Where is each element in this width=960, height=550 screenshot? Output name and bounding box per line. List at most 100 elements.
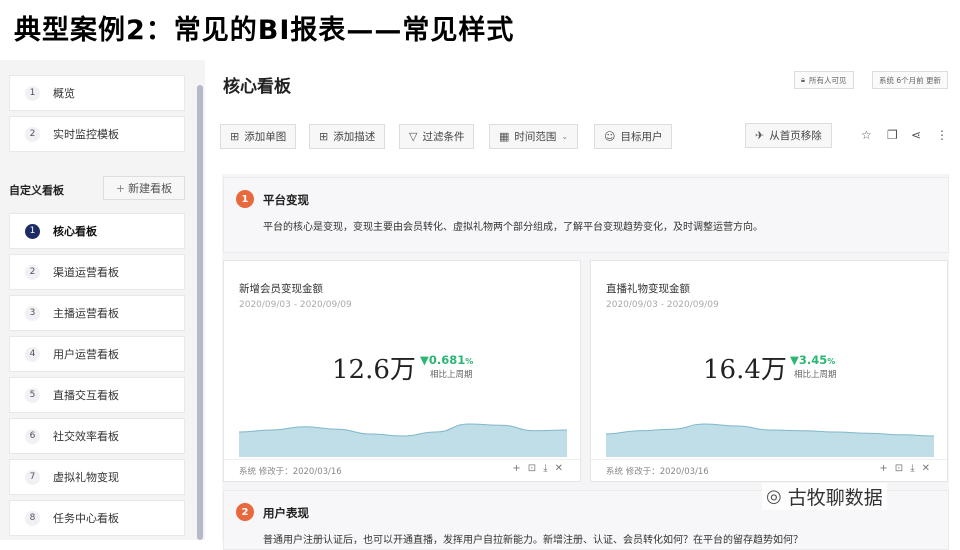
card-footer: 系统 修改于：2020/03/16 + ⊡ ⤓ ✕ bbox=[224, 459, 580, 483]
pin-icon: ✈︎ bbox=[755, 129, 765, 142]
section-number: 2 bbox=[236, 503, 254, 521]
metric-card-member-revenue[interactable]: 新增会员变现金额 2020/09/03 - 2020/09/09 12.6万 ▼… bbox=[223, 260, 581, 482]
nav-number: 5 bbox=[25, 387, 40, 403]
visibility-label: 所有人可见 bbox=[809, 75, 847, 85]
metric-value: 12.6万 bbox=[332, 355, 416, 385]
sidebar-item-core-board[interactable]: 1 核心看板 bbox=[9, 213, 185, 249]
card-date-range: 2020/09/03 - 2020/09/09 bbox=[606, 300, 719, 310]
lock-icon[interactable]: ⊡ bbox=[895, 463, 903, 474]
card-title: 直播礼物变现金额 bbox=[606, 283, 690, 295]
add-text-icon: ⊞ bbox=[319, 130, 329, 143]
card-footer: 系统 修改于：2020/03/16 + ⊡ ⤓ ✕ bbox=[591, 459, 947, 483]
download-icon[interactable]: ⤓ bbox=[910, 463, 914, 474]
nav-label: 任务中心看板 bbox=[53, 512, 119, 525]
chevron-down-icon: ⌄ bbox=[561, 132, 569, 141]
trend-sparkline bbox=[606, 423, 934, 457]
nav-label: 虚拟礼物变现 bbox=[53, 471, 119, 484]
remove-from-home-label: 从首页移除 bbox=[769, 130, 822, 142]
section-description: 平台的核心是变现，变现主要由会员转化、虚拟礼物两个部分组成，了解平台变现趋势变化… bbox=[263, 222, 763, 233]
share-icon[interactable]: ⋖ bbox=[911, 128, 921, 142]
custom-boards-heading: 自定义看板 bbox=[9, 184, 64, 197]
watermark: ◎ 古牧聊数据 bbox=[762, 483, 887, 510]
change-label: 相比上周期 bbox=[430, 370, 473, 380]
nav-label: 直播交互看板 bbox=[53, 389, 119, 402]
sidebar-scrollbar[interactable] bbox=[197, 85, 203, 540]
close-icon[interactable]: ✕ bbox=[922, 463, 930, 474]
calendar-icon: ▦ bbox=[499, 130, 510, 143]
section-number: 1 bbox=[236, 190, 254, 208]
close-icon[interactable]: ✕ bbox=[555, 463, 563, 474]
section-description: 普通用户注册认证后，也可以开通直播，发挥用户自拉新能力。新增注册、认证、会员转化… bbox=[263, 535, 803, 546]
nav-number: 7 bbox=[25, 469, 40, 485]
nav-label: 概览 bbox=[53, 87, 75, 100]
user-icon: ☺ bbox=[604, 130, 616, 143]
card-actions: + ⊡ ⤓ ✕ bbox=[879, 463, 930, 474]
copy-icon[interactable]: ❐ bbox=[887, 128, 898, 142]
visibility-badge[interactable]: 🔒︎ 所有人可见 bbox=[794, 71, 854, 89]
lock-icon[interactable]: ⊡ bbox=[528, 463, 536, 474]
sidebar-item-live-interaction-board[interactable]: 5 直播交互看板 bbox=[9, 377, 185, 413]
nav-label: 实时监控模板 bbox=[53, 128, 119, 141]
sidebar-item-social-board[interactable]: 6 社交效率看板 bbox=[9, 418, 185, 454]
add-description-label: 添加描述 bbox=[333, 131, 376, 143]
up-triangle-icon: ▼ bbox=[790, 353, 799, 367]
trend-sparkline bbox=[239, 423, 567, 457]
lock-icon: 🔒︎ bbox=[801, 75, 805, 84]
sidebar-item-task-center-board[interactable]: 8 任务中心看板 bbox=[9, 500, 185, 536]
nav-label: 主播运营看板 bbox=[53, 307, 119, 320]
change-unit: % bbox=[465, 357, 474, 366]
section-platform-monetization: 1 平台变现 平台的核心是变现，变现主要由会员转化、虚拟礼物两个部分组成，了解平… bbox=[223, 177, 949, 253]
sparkline-area bbox=[239, 424, 567, 457]
page-title: 核心看板 bbox=[223, 77, 291, 97]
nav-number: 1 bbox=[25, 85, 40, 101]
add-chart-button[interactable]: ⊞ 添加单图 bbox=[220, 124, 297, 149]
change-unit: % bbox=[827, 357, 836, 366]
metric-change: ▼0.681% bbox=[420, 353, 473, 367]
metric-change: ▼3.45% bbox=[790, 353, 835, 367]
target-users-label: 目标用户 bbox=[620, 131, 663, 143]
nav-number: 6 bbox=[25, 428, 40, 444]
metric-value: 16.4万 bbox=[703, 355, 787, 385]
metric-card-gift-revenue[interactable]: 直播礼物变现金额 2020/09/03 - 2020/09/09 16.4万 ▼… bbox=[590, 260, 948, 482]
add-icon[interactable]: + bbox=[879, 463, 887, 474]
filter-icon: ▽ bbox=[409, 130, 418, 143]
filter-label: 过滤条件 bbox=[422, 131, 465, 143]
nav-label: 社交效率看板 bbox=[53, 430, 119, 443]
more-icon[interactable]: ⋮ bbox=[936, 128, 948, 142]
sidebar-item-overview[interactable]: 1 概览 bbox=[9, 75, 185, 111]
add-icon[interactable]: + bbox=[512, 463, 520, 474]
add-chart-icon: ⊞ bbox=[230, 130, 240, 143]
nav-label: 核心看板 bbox=[53, 225, 97, 238]
time-range-label: 时间范围 bbox=[514, 131, 557, 143]
download-icon[interactable]: ⤓ bbox=[543, 463, 547, 474]
section-title: 平台变现 bbox=[263, 193, 309, 207]
filter-button[interactable]: ▽ 过滤条件 bbox=[399, 124, 475, 149]
nav-label: 用户运营看板 bbox=[53, 348, 119, 361]
section-title: 用户表现 bbox=[263, 506, 309, 520]
up-triangle-icon: ▼ bbox=[420, 353, 429, 367]
wechat-icon: ◎ bbox=[766, 486, 782, 507]
time-range-dropdown[interactable]: ▦ 时间范围 ⌄ bbox=[489, 124, 579, 149]
new-board-label: 新建看板 bbox=[128, 182, 173, 195]
updated-badge: 系统 6个月前 更新 bbox=[872, 71, 949, 89]
nav-number: 2 bbox=[25, 126, 40, 142]
sidebar-item-channel-board[interactable]: 2 渠道运营看板 bbox=[9, 254, 185, 290]
sidebar-item-realtime-template[interactable]: 2 实时监控模板 bbox=[9, 116, 185, 152]
add-description-button[interactable]: ⊞ 添加描述 bbox=[309, 124, 386, 149]
card-date-range: 2020/09/03 - 2020/09/09 bbox=[239, 300, 352, 310]
change-value: 3.45 bbox=[798, 353, 828, 367]
sidebar-item-user-board[interactable]: 4 用户运营看板 bbox=[9, 336, 185, 372]
target-users-button[interactable]: ☺ 目标用户 bbox=[594, 124, 673, 149]
remove-from-home-button[interactable]: ✈︎ 从首页移除 bbox=[745, 123, 832, 148]
star-icon[interactable]: ☆ bbox=[861, 128, 872, 142]
card-modified-text: 系统 修改于：2020/03/16 bbox=[239, 467, 342, 477]
sidebar-item-virtual-gift-board[interactable]: 7 虚拟礼物变现 bbox=[9, 459, 185, 495]
nav-label: 渠道运营看板 bbox=[53, 266, 119, 279]
plus-icon: + bbox=[115, 181, 126, 195]
change-value: 0.681 bbox=[428, 353, 466, 367]
nav-number: 4 bbox=[25, 346, 40, 362]
card-modified-text: 系统 修改于：2020/03/16 bbox=[606, 467, 709, 477]
new-board-button[interactable]: + 新建看板 bbox=[103, 176, 185, 200]
nav-number: 8 bbox=[25, 510, 40, 526]
sidebar-item-anchor-board[interactable]: 3 主播运营看板 bbox=[9, 295, 185, 331]
